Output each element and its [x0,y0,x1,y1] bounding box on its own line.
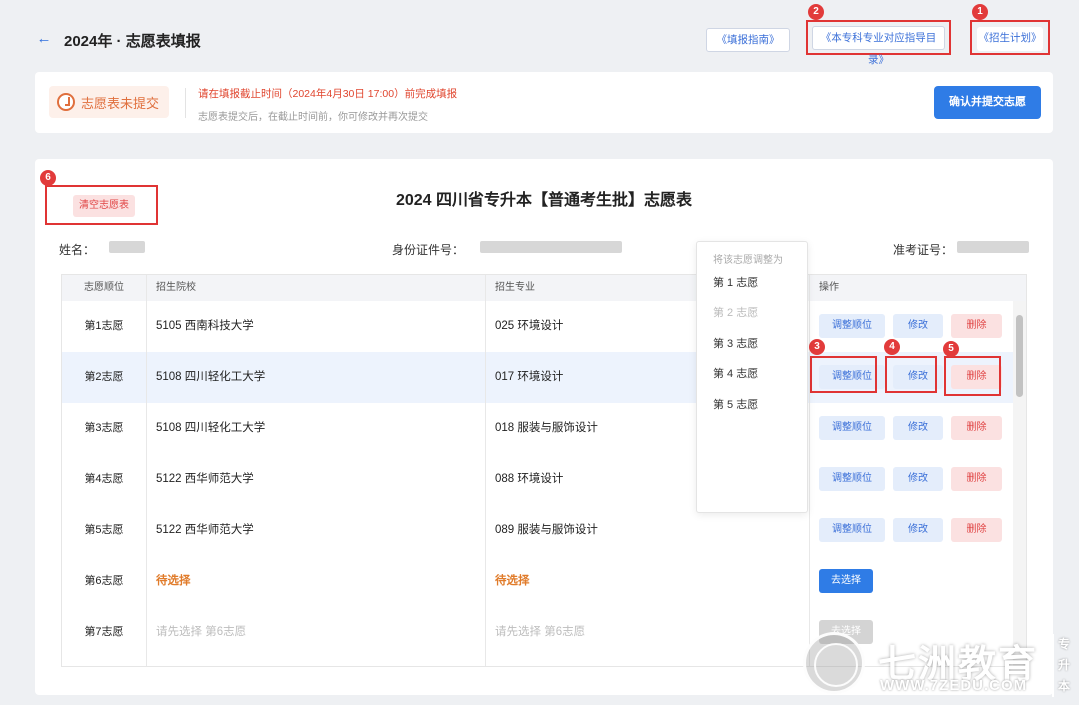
table-row: 第1志愿 5105 西南科技大学 025 环境设计 调整顺位 修改 删除 [62,301,1026,352]
adjust-order-button[interactable]: 调整顺位 [819,518,885,542]
school-cell: 5108 四川轻化工大学 [156,371,266,383]
major-cell: 018 服装与服饰设计 [495,422,598,434]
edit-button[interactable]: 修改 [893,314,943,338]
major-cell: 017 环境设计 [495,371,564,383]
annotation-badge-4: 4 [884,339,900,355]
column-divider [485,275,486,666]
enrollment-plan-link[interactable]: 《招生计划》 [977,27,1043,51]
school-cell: 5122 西华师范大学 [156,473,254,485]
dropdown-option-3[interactable]: 第 3 志愿 [713,335,758,351]
clock-icon [57,93,75,111]
school-locked-cell: 请先选择 第6志愿 [156,626,247,638]
school-pending-cell: 待选择 [156,575,191,587]
status-badge: 志愿表未提交 [49,86,169,118]
table-scrollbar[interactable] [1013,301,1026,666]
dropdown-option-5[interactable]: 第 5 志愿 [713,396,758,412]
adjust-order-dropdown: 将该志愿调整为 第 1 志愿 第 2 志愿 第 3 志愿 第 4 志愿 第 5 … [696,241,808,513]
page-title: 2024年 · 志愿表填报 [64,33,201,50]
major-cell: 089 服装与服饰设计 [495,524,598,536]
header-operations: 操作 [819,282,839,293]
annotation-badge-1: 1 [972,4,988,20]
rank-cell: 第7志愿 [84,626,124,638]
annotation-badge-3: 3 [809,339,825,355]
dropdown-option-4[interactable]: 第 4 志愿 [713,365,758,381]
annotation-badge-2: 2 [808,4,824,20]
id-label: 身份证件号： [392,243,465,257]
column-divider [809,275,810,666]
rank-cell: 第5志愿 [84,524,124,536]
edit-button[interactable]: 修改 [893,518,943,542]
adjust-order-button[interactable]: 调整顺位 [819,314,885,338]
annotation-box-3 [810,356,877,393]
adjust-order-button[interactable]: 调整顺位 [819,416,885,440]
dropdown-option-1[interactable]: 第 1 志愿 [713,274,758,290]
rank-cell: 第2志愿 [84,371,124,383]
header-rank: 志愿顺位 [84,282,124,293]
back-arrow-icon[interactable]: ← [36,31,52,47]
school-cell: 5105 西南科技大学 [156,320,254,332]
annotation-box-5 [944,356,1001,396]
status-text: 志愿表未提交 [81,95,160,111]
annotation-badge-5: 5 [943,341,959,357]
edit-button[interactable]: 修改 [893,467,943,491]
rank-cell: 第1志愿 [84,320,124,332]
notice-card: 志愿表未提交 请在填报截止时间（2024年4月30日 17:00）前完成填报 志… [35,72,1053,133]
name-redacted [109,241,145,253]
rank-cell: 第6志愿 [84,575,124,587]
delete-button[interactable]: 删除 [951,416,1002,440]
form-title: 2024 四川省专升本【普通考生批】志愿表 [395,192,693,209]
edit-button[interactable]: 修改 [893,416,943,440]
preference-table: 志愿顺位 招生院校 招生专业 操作 第1志愿 5105 西南科技大学 025 环… [61,274,1027,667]
notice-subtext: 志愿表提交后，在截止时间前，你可修改并再次提交 [198,112,428,123]
id-redacted [480,241,622,253]
school-cell: 5108 四川轻化工大学 [156,422,266,434]
watermark-url: WWW.7ZEDU.COM [880,677,1028,694]
divider [185,88,186,118]
dropdown-heading: 将该志愿调整为 [713,255,783,266]
major-catalog-link[interactable]: 《本专科专业对应指导目录》 [812,26,945,66]
guide-link[interactable]: 《填报指南》 [706,28,790,52]
major-cell: 025 环境设计 [495,320,564,332]
header-school: 招生院校 [156,282,196,293]
table-row: 第6志愿 待选择 待选择 去选择 [62,556,1026,607]
delete-button[interactable]: 删除 [951,518,1002,542]
go-select-button[interactable]: 去选择 [819,569,873,593]
major-locked-cell: 请先选择 第6志愿 [495,626,586,638]
exam-number-label: 准考证号： [893,243,954,257]
annotation-badge-6: 6 [40,170,56,186]
table-row: 第2志愿 5108 四川轻化工大学 017 环境设计 调整顺位 修改 删除 [62,352,1026,403]
watermark-seal-icon [803,632,865,694]
header-major: 招生专业 [495,282,535,293]
delete-button[interactable]: 删除 [951,314,1002,338]
annotation-box-4 [885,356,937,393]
column-divider [146,275,147,666]
form-card: 清空志愿表 6 2024 四川省专升本【普通考生批】志愿表 姓名： 身份证件号：… [35,159,1053,695]
scrollbar-thumb[interactable] [1016,315,1023,397]
major-pending-cell: 待选择 [495,575,530,587]
dropdown-option-2: 第 2 志愿 [713,307,759,319]
adjust-order-button[interactable]: 调整顺位 [819,467,885,491]
submit-button[interactable]: 确认并提交志愿 [934,86,1041,119]
table-row: 第5志愿 5122 西华师范大学 089 服装与服饰设计 调整顺位 修改 删除 [62,505,1026,556]
school-cell: 5122 西华师范大学 [156,524,254,536]
rank-cell: 第4志愿 [84,473,124,485]
table-row: 第4志愿 5122 西华师范大学 088 环境设计 调整顺位 修改 删除 [62,454,1026,505]
deadline-text: 请在填报截止时间（2024年4月30日 17:00）前完成填报 [198,88,458,100]
name-label: 姓名： [59,243,96,257]
table-header: 志愿顺位 招生院校 招生专业 操作 [62,275,1026,301]
watermark-side-text: 专升本 [1052,634,1072,697]
table-row: 第3志愿 5108 四川轻化工大学 018 服装与服饰设计 调整顺位 修改 删除 [62,403,1026,454]
major-cell: 088 环境设计 [495,473,564,485]
delete-button[interactable]: 删除 [951,467,1002,491]
exam-number-redacted [957,241,1029,253]
rank-cell: 第3志愿 [84,422,124,434]
